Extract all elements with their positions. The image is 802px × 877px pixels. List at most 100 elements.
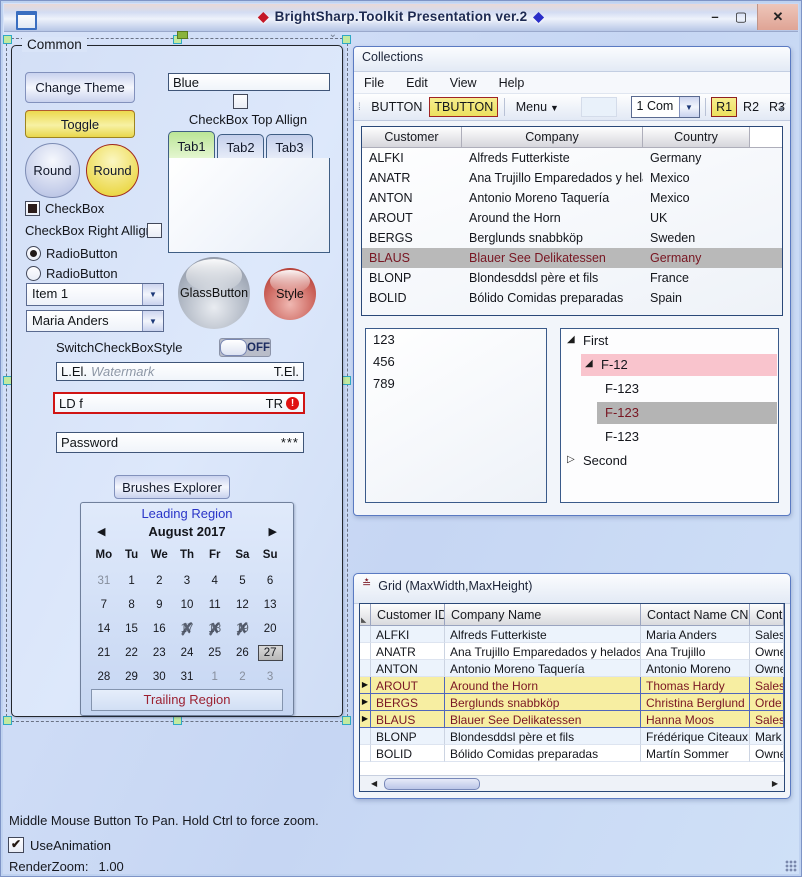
- toolbar-menu-button[interactable]: Menu▼: [511, 97, 564, 117]
- calendar-day[interactable]: 5: [229, 569, 257, 593]
- resize-handle[interactable]: [3, 35, 12, 44]
- tab-tab1[interactable]: Tab1: [168, 131, 215, 160]
- collapse-all-icon[interactable]: ≛: [362, 578, 371, 603]
- calendar-day[interactable]: 6: [256, 569, 284, 593]
- grid-window-title[interactable]: ≛ Grid (MaxWidth,MaxHeight): [354, 574, 790, 604]
- calendar-month-label[interactable]: August 2017: [81, 524, 293, 539]
- table-row[interactable]: ALFKIAlfreds FutterkisteMaria AndersSale…: [360, 626, 784, 643]
- table-row[interactable]: BERGSBerglunds snabbköpSweden: [362, 228, 782, 248]
- brushes-explorer-button[interactable]: Brushes Explorer: [114, 475, 230, 499]
- calendar-day[interactable]: 2: [145, 569, 173, 593]
- menu-item-help[interactable]: Help: [499, 76, 525, 90]
- chevron-down-icon[interactable]: ▼: [142, 311, 163, 331]
- chevron-down-icon[interactable]: ▼: [679, 97, 699, 117]
- radio-button-1[interactable]: [26, 246, 41, 261]
- list-item[interactable]: 789: [366, 373, 546, 395]
- calendar-day[interactable]: 11: [201, 593, 229, 617]
- calendar-day[interactable]: 17✗: [173, 617, 201, 641]
- resize-grip[interactable]: [785, 860, 797, 872]
- calendar-day[interactable]: 9: [145, 593, 173, 617]
- calendar-day[interactable]: 18✗: [201, 617, 229, 641]
- calendar-day[interactable]: 1: [201, 665, 229, 689]
- table-row[interactable]: BLONPBlondesddsl père et filsFrance: [362, 268, 782, 288]
- calendar-day[interactable]: 23: [145, 641, 173, 665]
- menu-item-file[interactable]: File: [364, 76, 384, 90]
- calendar-day[interactable]: 27: [256, 641, 284, 665]
- collections-window-title[interactable]: Collections: [354, 47, 790, 72]
- calendar-next-icon[interactable]: ▶: [269, 525, 277, 538]
- table-row[interactable]: ANTONAntonio Moreno TaqueríaAntonio More…: [360, 660, 784, 677]
- validation-error-textbox[interactable]: LD f TR !: [53, 392, 305, 414]
- scroll-left-icon[interactable]: ◀: [371, 779, 377, 788]
- switch-toggle[interactable]: OFF: [219, 338, 271, 357]
- calendar-day[interactable]: 7: [90, 593, 118, 617]
- calendar-day[interactable]: 19✗: [229, 617, 257, 641]
- calendar-day[interactable]: 3: [256, 665, 284, 689]
- calendar-day[interactable]: 29: [118, 665, 146, 689]
- column-header-customer-id[interactable]: Customer ID: [371, 604, 445, 626]
- calendar-day[interactable]: 26: [229, 641, 257, 665]
- calendar-day[interactable]: 13: [256, 593, 284, 617]
- table-row[interactable]: ALFKIAlfreds FutterkisteGermany: [362, 148, 782, 168]
- calendar-day[interactable]: 1: [118, 569, 146, 593]
- title-bar[interactable]: ◆BrightSharp.Toolkit Presentation ver.2◆…: [4, 4, 798, 32]
- minimize-button[interactable]: –: [702, 4, 728, 30]
- column-header-contact-name[interactable]: Contact Name CN: [641, 604, 750, 626]
- table-row[interactable]: ▶BLAUSBlauer See DelikatessenHanna MoosS…: [360, 711, 784, 728]
- toolbar-textbox[interactable]: [581, 97, 617, 117]
- select-all-corner[interactable]: [360, 604, 371, 626]
- toggle-button[interactable]: Toggle: [25, 110, 135, 138]
- list-item[interactable]: 456: [366, 351, 546, 373]
- combo-maria-anders[interactable]: Maria Anders ▼: [26, 310, 164, 332]
- tree-expanded-icon[interactable]: ◢: [585, 358, 593, 369]
- column-header-country[interactable]: Country: [643, 127, 750, 148]
- adorner-move-glyph[interactable]: [177, 31, 188, 39]
- resize-handle[interactable]: [342, 35, 351, 44]
- table-row[interactable]: BLONPBlondesddsl père et filsFrédérique …: [360, 728, 784, 745]
- tab-tab2[interactable]: Tab2: [217, 134, 264, 160]
- calendar-day[interactable]: 4: [201, 569, 229, 593]
- table-row[interactable]: ▶BERGSBerglunds snabbköpChristina Berglu…: [360, 694, 784, 711]
- calendar-day[interactable]: 22: [118, 641, 146, 665]
- calendar-day[interactable]: 31: [173, 665, 201, 689]
- menu-item-edit[interactable]: Edit: [406, 76, 428, 90]
- table-row[interactable]: ▶AROUTAround the HornThomas HardySales: [360, 677, 784, 694]
- tree-item[interactable]: ▷Second: [561, 449, 778, 473]
- round-button-yellow[interactable]: Round: [86, 144, 139, 197]
- calendar-day[interactable]: 14: [90, 617, 118, 641]
- calendar-day[interactable]: 25: [201, 641, 229, 665]
- combo-item1[interactable]: Item 1 ▼: [26, 283, 164, 306]
- use-animation-checkbox[interactable]: ✔: [8, 837, 24, 853]
- switch-knob[interactable]: [220, 339, 247, 356]
- horizontal-scrollbar[interactable]: ◀ ▶: [360, 775, 784, 791]
- glass-button[interactable]: GlassButton: [178, 257, 250, 329]
- style-button[interactable]: Style: [264, 268, 316, 320]
- radio-button-2[interactable]: [26, 266, 41, 281]
- calendar-day[interactable]: 10: [173, 593, 201, 617]
- chevron-down-icon[interactable]: ▼: [142, 284, 163, 305]
- toolbar-radio-r2[interactable]: R2: [739, 98, 763, 116]
- toolbar-grip-icon[interactable]: ⁞: [358, 102, 361, 113]
- calendar-day[interactable]: 20: [256, 617, 284, 641]
- checkbox-checked[interactable]: [25, 201, 40, 216]
- close-button[interactable]: ✕: [757, 4, 798, 30]
- menu-item-view[interactable]: View: [450, 76, 477, 90]
- resize-handle[interactable]: [173, 716, 182, 725]
- adorner-chevron-icon[interactable]: ⌄: [329, 29, 337, 40]
- column-header-company[interactable]: Company: [462, 127, 643, 148]
- change-theme-button[interactable]: Change Theme: [25, 72, 135, 103]
- scrollbar-thumb[interactable]: [384, 778, 480, 790]
- calendar-day[interactable]: 12: [229, 593, 257, 617]
- calendar-day[interactable]: 28: [90, 665, 118, 689]
- checkbox-top-align[interactable]: [233, 94, 248, 109]
- resize-handle[interactable]: [342, 376, 351, 385]
- toolbar-button[interactable]: BUTTON: [366, 97, 427, 117]
- calendar-day[interactable]: 24: [173, 641, 201, 665]
- tree-item[interactable]: F-123: [561, 425, 778, 449]
- calendar-day[interactable]: 16: [145, 617, 173, 641]
- toolbar-combobox[interactable]: 1 Com ▼: [631, 96, 700, 118]
- toolbar-toggle-button[interactable]: TBUTTON: [429, 97, 498, 117]
- list-item[interactable]: 123: [366, 329, 546, 351]
- resize-handle[interactable]: [342, 716, 351, 725]
- table-row[interactable]: BOLIDBólido Comidas preparadasSpain: [362, 288, 782, 308]
